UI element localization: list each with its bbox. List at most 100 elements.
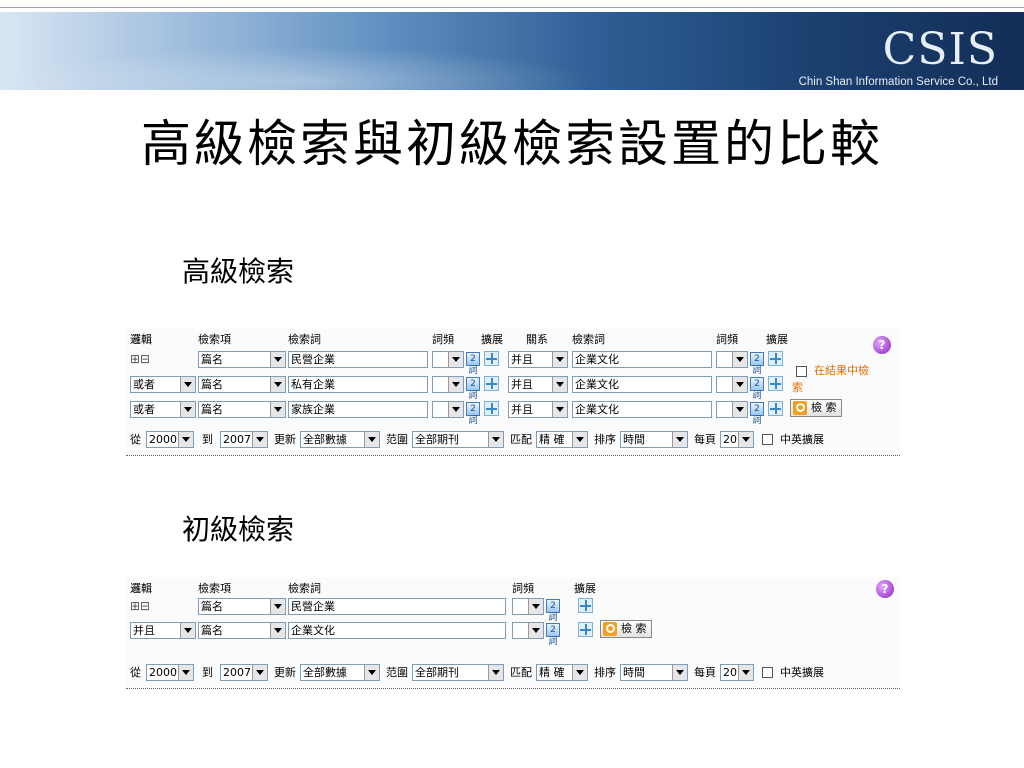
per-page-label: 每頁 (694, 433, 716, 446)
freq-select[interactable] (432, 376, 464, 393)
freq-select-2[interactable] (716, 351, 748, 368)
word-freq-icon[interactable]: 2詞 (466, 402, 480, 426)
add-remove-row-toggle[interactable]: ⊞⊟ (130, 353, 150, 365)
word-freq-icon[interactable]: 2詞 (466, 377, 480, 401)
expand-icon[interactable] (768, 351, 783, 366)
chevron-down-icon (270, 402, 285, 417)
expand-icon[interactable] (484, 351, 499, 366)
chevron-down-icon (732, 377, 747, 392)
word-freq-icon[interactable]: 2詞 (750, 402, 764, 426)
word-freq-icon[interactable]: 2詞 (546, 599, 560, 623)
chevron-down-icon (448, 352, 463, 367)
expand-icon[interactable] (484, 376, 499, 391)
sort-select[interactable]: 時間 (620, 664, 688, 681)
term-input[interactable]: 民營企業 (288, 351, 428, 368)
from-year-select[interactable]: 2000 (146, 431, 194, 448)
term-input[interactable]: 民營企業 (288, 598, 506, 615)
chevron-down-icon (488, 665, 503, 680)
chevron-down-icon (252, 665, 267, 680)
term-input[interactable]: 企業文化 (288, 622, 506, 639)
header-relation: 關系 (526, 333, 548, 346)
freq-select-2[interactable] (716, 376, 748, 393)
help-icon[interactable]: ? (876, 580, 894, 598)
match-value: 精 確 (539, 433, 565, 446)
per-page-select[interactable]: 20 (720, 664, 754, 681)
relation-select[interactable]: 并且 (508, 401, 568, 418)
search-button[interactable]: 檢 索 (600, 620, 652, 638)
chevron-down-icon (180, 402, 195, 417)
word-freq-icon[interactable]: 2詞 (546, 623, 560, 647)
relation-select-value: 并且 (511, 378, 533, 391)
field-select[interactable]: 篇名 (198, 622, 286, 639)
relation-select[interactable]: 并且 (508, 376, 568, 393)
range-select[interactable]: 全部期刊 (412, 664, 504, 681)
chevron-down-icon (552, 352, 567, 367)
sort-select[interactable]: 時間 (620, 431, 688, 448)
freq-select-2[interactable] (716, 401, 748, 418)
company-name: Chin Shan Information Service Co., Ltd (798, 76, 998, 88)
basic-section-title: 初級檢索 (182, 513, 295, 546)
sort-label: 排序 (594, 666, 616, 679)
sort-value: 時間 (623, 433, 645, 446)
freq-select[interactable] (512, 598, 544, 615)
term-input[interactable]: 私有企業 (288, 376, 428, 393)
cn-en-expand-checkbox[interactable] (762, 434, 773, 445)
per-page-select[interactable]: 20 (720, 431, 754, 448)
match-select[interactable]: 精 確 (536, 431, 588, 448)
word-freq-icon[interactable]: 2詞 (750, 377, 764, 401)
expand-icon[interactable] (578, 622, 593, 637)
chevron-down-icon (178, 432, 193, 447)
logic-select[interactable]: 或者 (130, 376, 196, 393)
expand-icon[interactable] (484, 401, 499, 416)
field-select[interactable]: 篇名 (198, 351, 286, 368)
advanced-search-panel: 邏輯 檢索項 檢索詞 詞頻 擴展 關系 檢索詞 詞頻 擴展 ? ⊞⊟ 篇名 民營… (126, 329, 900, 456)
term-input-2[interactable]: 企業文化 (572, 351, 712, 368)
header-term: 檢索詞 (288, 582, 321, 595)
match-label: 匹配 (510, 666, 532, 679)
chevron-down-icon (572, 665, 587, 680)
to-year-select[interactable]: 2007 (220, 664, 268, 681)
to-year-select[interactable]: 2007 (220, 431, 268, 448)
logic-select-value: 或者 (133, 378, 155, 391)
search-in-results-checkbox[interactable] (796, 366, 807, 377)
relation-select[interactable]: 并且 (508, 351, 568, 368)
word-freq-icon[interactable]: 2詞 (466, 352, 480, 376)
update-label: 更新 (274, 666, 296, 679)
update-select[interactable]: 全部數據 (300, 431, 380, 448)
add-remove-row-toggle[interactable]: ⊞⊟ (130, 600, 150, 612)
freq-select[interactable] (432, 401, 464, 418)
header-banner: CSIS Chin Shan Information Service Co., … (0, 12, 1024, 90)
freq-select[interactable] (432, 351, 464, 368)
range-select[interactable]: 全部期刊 (412, 431, 504, 448)
company-logo: CSIS (882, 24, 998, 75)
term-input[interactable]: 家族企業 (288, 401, 428, 418)
chevron-down-icon (488, 432, 503, 447)
field-select[interactable]: 篇名 (198, 598, 286, 615)
expand-icon[interactable] (768, 376, 783, 391)
update-select[interactable]: 全部數據 (300, 664, 380, 681)
search-button-label: 檢 索 (811, 401, 837, 414)
term-input-2[interactable]: 企業文化 (572, 401, 712, 418)
header-expand: 擴展 (481, 333, 503, 346)
chevron-down-icon (552, 402, 567, 417)
header-logic: 邏輯 (130, 333, 152, 346)
from-label: 從 (130, 666, 141, 679)
term-input-2[interactable]: 企業文化 (572, 376, 712, 393)
per-page-value: 20 (723, 666, 737, 679)
cn-en-expand-checkbox[interactable] (762, 667, 773, 678)
search-button[interactable]: 檢 索 (790, 399, 842, 417)
chevron-down-icon (364, 432, 379, 447)
word-freq-icon[interactable]: 2詞 (750, 352, 764, 376)
logic-select[interactable]: 并且 (130, 622, 196, 639)
field-select[interactable]: 篇名 (198, 401, 286, 418)
expand-icon[interactable] (578, 598, 593, 613)
expand-icon[interactable] (768, 401, 783, 416)
from-year-select[interactable]: 2000 (146, 664, 194, 681)
field-select-value: 篇名 (201, 624, 223, 637)
match-label: 匹配 (510, 433, 532, 446)
freq-select[interactable] (512, 622, 544, 639)
match-select[interactable]: 精 確 (536, 664, 588, 681)
help-icon[interactable]: ? (873, 336, 891, 354)
logic-select[interactable]: 或者 (130, 401, 196, 418)
field-select[interactable]: 篇名 (198, 376, 286, 393)
